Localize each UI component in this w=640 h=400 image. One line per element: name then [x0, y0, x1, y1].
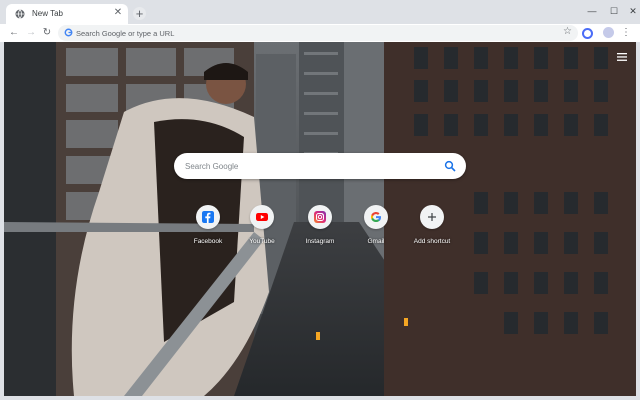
tab-strip: New Tab ✕ + — ☐ ✕	[0, 0, 640, 24]
bookmark-star-icon[interactable]: ☆	[563, 26, 572, 37]
forward-arrow-icon[interactable]: →	[24, 26, 38, 40]
search-input[interactable]	[185, 153, 435, 179]
instagram-icon	[314, 211, 326, 223]
back-arrow-icon[interactable]: ←	[7, 26, 21, 40]
shortcut-facebook[interactable]: Facebook	[178, 205, 238, 251]
globe-icon	[15, 9, 25, 19]
hamburger-menu-icon[interactable]	[616, 51, 628, 63]
close-window-icon[interactable]: ✕	[624, 4, 640, 18]
maximize-icon[interactable]: ☐	[605, 4, 623, 18]
shortcut-tile[interactable]	[364, 205, 388, 229]
new-tab-button[interactable]: +	[133, 7, 146, 20]
shortcut-label: Instagram	[305, 238, 335, 245]
facebook-icon	[202, 211, 214, 223]
shortcut-gmail[interactable]: Gmail	[346, 205, 406, 251]
omnibox-input[interactable]	[76, 25, 546, 41]
shortcut-tile[interactable]	[420, 205, 444, 229]
shortcut-instagram[interactable]: Instagram	[290, 205, 350, 251]
omnibox[interactable]: ☆	[58, 25, 578, 41]
shortcut-label: Add shortcut	[413, 238, 451, 245]
shortcut-tile[interactable]	[250, 205, 274, 229]
avatar[interactable]	[603, 27, 614, 38]
youtube-icon	[256, 213, 268, 221]
search-box[interactable]	[174, 153, 466, 179]
google-icon	[64, 28, 73, 37]
new-tab-page: Facebook YouTube Instagram	[4, 42, 636, 396]
close-tab-icon[interactable]: ✕	[112, 7, 124, 19]
shortcut-label: Facebook	[193, 238, 223, 245]
tab-title: New Tab	[32, 9, 63, 18]
search-icon[interactable]	[444, 160, 456, 172]
shortcut-youtube[interactable]: YouTube	[232, 205, 292, 251]
google-icon	[370, 212, 381, 222]
tab-new-tab[interactable]: New Tab ✕	[6, 4, 128, 24]
extension-icon[interactable]	[582, 28, 593, 39]
add-shortcut-button[interactable]: Add shortcut	[402, 205, 462, 251]
shortcut-label: Gmail	[367, 238, 385, 245]
toolbar: ← → ↻ ☆ ⋮	[0, 24, 640, 42]
plus-icon	[428, 213, 436, 221]
more-vert-icon[interactable]: ⋮	[619, 26, 633, 40]
shortcut-tile[interactable]	[308, 205, 332, 229]
shortcut-tile[interactable]	[196, 205, 220, 229]
minimize-icon[interactable]: —	[583, 4, 601, 18]
reload-icon[interactable]: ↻	[40, 26, 54, 40]
shortcut-label: YouTube	[249, 238, 275, 245]
